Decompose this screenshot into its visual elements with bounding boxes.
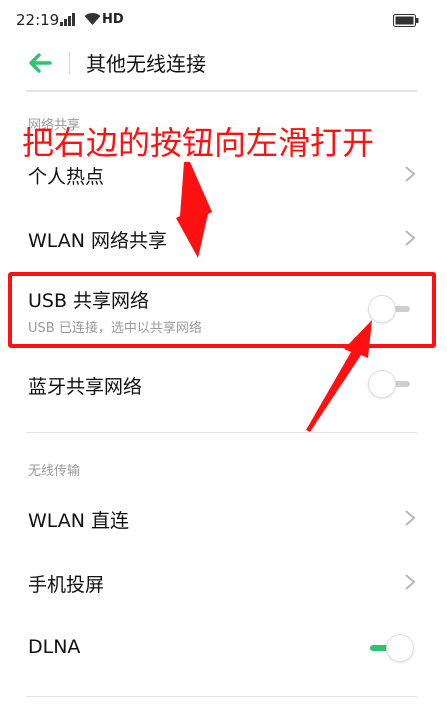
battery-icon [393, 14, 419, 27]
toggle-knob[interactable] [368, 370, 396, 398]
header: 其他无线连接 [0, 40, 447, 86]
section-divider [26, 432, 417, 433]
header-underline [26, 90, 417, 92]
row-dlna[interactable]: DLNA [0, 624, 447, 672]
dlna-toggle[interactable] [368, 634, 416, 662]
row-hotspot-label: 个人热点 [28, 166, 105, 188]
row-bt-sharing-label: 蓝牙共享网络 [28, 376, 143, 398]
bt-sharing-toggle[interactable] [368, 370, 416, 398]
row-bt-sharing[interactable]: 蓝牙共享网络 [0, 360, 447, 408]
chevron-right-icon [405, 510, 416, 526]
status-time: 22:19 [16, 11, 60, 29]
row-screen-cast-label: 手机投屏 [28, 574, 105, 596]
page-title: 其他无线连接 [86, 52, 206, 76]
row-wlan-direct[interactable]: WLAN 直连 [0, 494, 447, 542]
section-label-wireless-transfer: 无线传输 [28, 464, 81, 479]
row-wlan-sharing-label: WLAN 网络共享 [28, 230, 168, 252]
back-arrow-icon[interactable] [26, 50, 56, 76]
section-divider [26, 696, 417, 697]
chevron-right-icon [405, 166, 416, 182]
row-wlan-direct-label: WLAN 直连 [28, 510, 130, 532]
row-screen-cast[interactable]: 手机投屏 [0, 558, 447, 606]
toggle-knob[interactable] [386, 634, 414, 662]
row-dlna-label: DLNA [28, 636, 81, 658]
wifi-icon [84, 12, 101, 25]
row-wlan-sharing[interactable]: WLAN 网络共享 [0, 214, 447, 262]
header-divider [69, 52, 70, 74]
highlight-box [8, 272, 436, 348]
signal-icon [60, 13, 75, 26]
network-type: HD [102, 12, 124, 27]
status-bar: 22:19 HD [0, 0, 447, 40]
annotation-text: 把右边的按钮向左滑打开 [22, 124, 375, 162]
chevron-right-icon [405, 230, 416, 246]
chevron-right-icon [405, 574, 416, 590]
